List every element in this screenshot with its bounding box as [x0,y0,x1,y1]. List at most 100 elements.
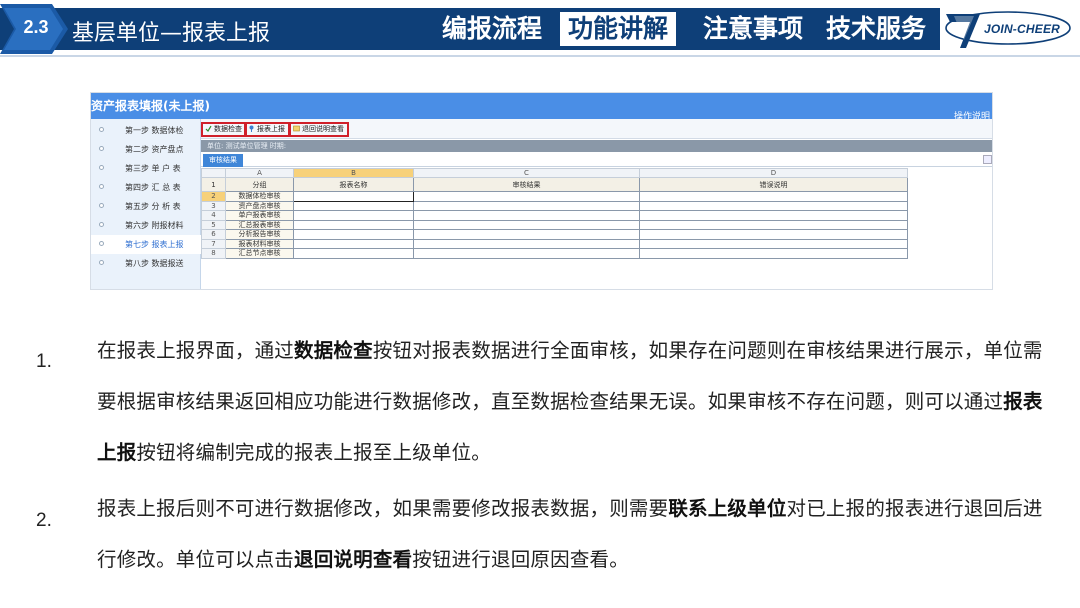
report-name-cell[interactable] [293,200,414,211]
return-note-button[interactable]: 退回说明查看 [289,122,349,137]
header-divider [0,55,1080,57]
check-icon [205,125,212,132]
audit-results-table: A B C D 1 分组 报表名称 审核结果 错误说明 2 数据体检审核 3 资… [201,168,908,259]
table-row[interactable]: 8 汇总节点审核 [201,248,908,259]
section-title: 基层单位—报表上报 [72,21,271,46]
text-segment: 按钮将编制完成的报表上报至上级单位。 [136,441,492,464]
report-name-cell[interactable] [293,191,414,202]
data-check-button[interactable]: 数据检查 [201,122,247,137]
col-letter-a[interactable]: A [225,168,294,178]
results-tab-bar: 审核结果 [201,153,992,167]
row-number: 6 [201,229,226,240]
step-item-2[interactable]: 第二步 资产盘点 [91,140,201,159]
slide-header: 2.3 基层单位—报表上报 编报流程 功能讲解 注意事项 技术服务 JOIN-C… [0,0,1080,58]
text-segment: 在报表上报界面，通过 [97,339,295,362]
table-row[interactable]: 2 数据体检审核 [201,191,908,202]
tab-notes[interactable]: 注意事项 [695,13,811,45]
step-dot-icon [99,222,104,227]
step-item-1[interactable]: 第一步 数据体检 [91,121,201,140]
header-error-note: 错误说明 [639,177,908,192]
error-note-cell[interactable] [639,191,908,202]
row-number: 7 [201,238,226,249]
note-icon [293,125,300,132]
error-note-cell[interactable] [639,210,908,221]
audit-result-cell[interactable] [413,200,640,211]
table-row[interactable]: 4 单户报表审核 [201,210,908,221]
logo-text: JOIN-CHEER [984,22,1061,36]
col-letter-b[interactable]: B [293,168,414,178]
step-dot-icon [99,260,104,265]
header-report-name: 报表名称 [293,177,414,192]
list-number: 1. [36,351,52,372]
step-item-4[interactable]: 第四步 汇 总 表 [91,178,201,197]
step-dot-icon [99,184,104,189]
step-item-5[interactable]: 第五步 分 析 表 [91,197,201,216]
audit-result-cell[interactable] [413,229,640,240]
table-row[interactable]: 5 汇总报表审核 [201,219,908,230]
tab-audit-results[interactable]: 审核结果 [203,154,243,167]
audit-result-cell[interactable] [413,210,640,221]
col-letter-d[interactable]: D [639,168,908,178]
step-dot-icon [99,241,104,246]
tab-tech-service[interactable]: 技术服务 [818,13,934,45]
group-cell[interactable]: 汇总节点审核 [225,248,294,259]
group-cell[interactable]: 数据体检审核 [225,191,294,202]
group-cell[interactable]: 报表材料审核 [225,238,294,249]
paragraph-2: 报表上报后则不可进行数据修改，如果需要修改报表数据，则需要联系上级单位对已上报的… [97,483,1047,585]
table-row[interactable]: 3 资产盘点审核 [201,200,908,211]
step-dot-icon [99,127,104,132]
text-segment: 报表上报后则不可进行数据修改，如果需要修改报表数据，则需要 [97,497,669,520]
app-toolbar: 数据检查 报表上报 退回说明查看 [201,119,992,139]
step-item-7[interactable]: 第七步 报表上报 [91,235,201,254]
audit-result-cell[interactable] [413,238,640,249]
table-row[interactable]: 7 报表材料审核 [201,238,908,249]
group-cell[interactable]: 分析报告审核 [225,229,294,240]
table-row[interactable]: 6 分析报告审核 [201,229,908,240]
col-letter-c[interactable]: C [413,168,640,178]
step-item-3[interactable]: 第三步 单 户 表 [91,159,201,178]
audit-result-cell[interactable] [413,248,640,259]
tab-features[interactable]: 功能讲解 [560,12,677,46]
audit-result-cell[interactable] [413,191,640,202]
step-dot-icon [99,203,104,208]
bold-term-data-check: 数据检查 [294,339,373,362]
expand-icon[interactable] [983,155,992,164]
report-name-cell[interactable] [293,248,414,259]
row-number: 2 [201,191,226,202]
error-note-cell[interactable] [639,229,908,240]
report-name-cell[interactable] [293,238,414,249]
app-title-bar: 资产报表填报(未上报) 操作说明 [91,93,992,122]
step-item-6[interactable]: 第六步 附报材料 [91,216,201,235]
group-cell[interactable]: 资产盘点审核 [225,200,294,211]
upload-icon [248,125,255,132]
audit-result-cell[interactable] [413,219,640,230]
step-dot-icon [99,146,104,151]
table-header-row: 1 分组 报表名称 审核结果 错误说明 [201,177,908,192]
corner-cell [201,168,226,178]
group-cell[interactable]: 单户报表审核 [225,210,294,221]
report-submit-button[interactable]: 报表上报 [244,122,290,137]
app-main-panel: 数据检查 报表上报 退回说明查看 单位: 测试单位管理 时期: 审核结果 A B… [201,119,992,289]
text-segment: 按钮进行退回原因查看。 [412,548,629,571]
app-window-title: 资产报表填报(未上报) [91,99,210,113]
error-note-cell[interactable] [639,219,908,230]
report-name-cell[interactable] [293,219,414,230]
report-name-cell[interactable] [293,210,414,221]
error-note-cell[interactable] [639,238,908,249]
step-dot-icon [99,165,104,170]
tab-workflow[interactable]: 编报流程 [434,13,550,45]
unit-period-bar: 单位: 测试单位管理 时期: [201,140,992,152]
bold-term-return-note: 退回说明查看 [294,548,413,571]
step-sidebar: 第一步 数据体检 第二步 资产盘点 第三步 单 户 表 第四步 汇 总 表 第五… [91,119,201,289]
row-number: 1 [201,177,226,192]
app-screenshot: 资产报表填报(未上报) 操作说明 第一步 数据体检 第二步 资产盘点 第三步 单… [90,92,993,290]
header-group: 分组 [225,177,294,192]
paragraph-1: 在报表上报界面，通过数据检查按钮对报表数据进行全面审核，如果存在问题则在审核结果… [97,325,1047,478]
error-note-cell[interactable] [639,200,908,211]
bold-term-contact-superior: 联系上级单位 [668,497,787,520]
step-item-8[interactable]: 第八步 数据报送 [91,254,201,273]
group-cell[interactable]: 汇总报表审核 [225,219,294,230]
row-number: 5 [201,219,226,230]
report-name-cell[interactable] [293,229,414,240]
error-note-cell[interactable] [639,248,908,259]
